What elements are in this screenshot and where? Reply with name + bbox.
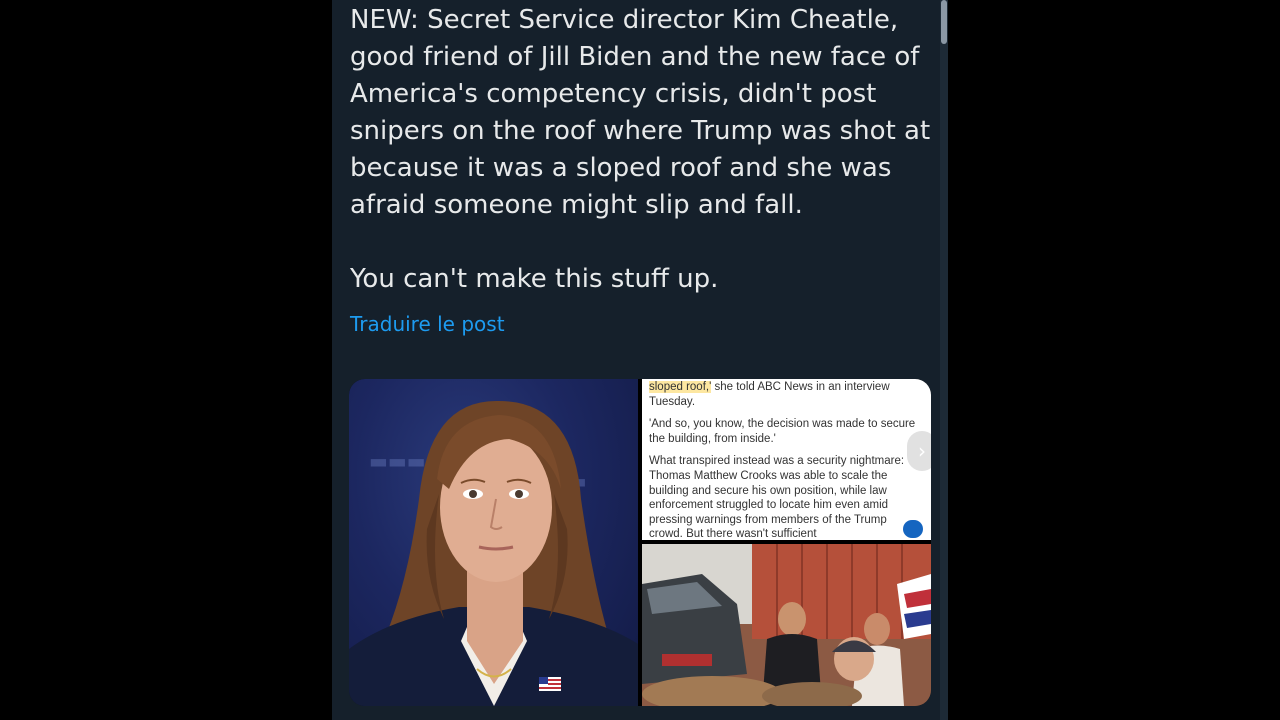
- article-line-1: sloped roof,' she told ABC News in an in…: [649, 380, 921, 409]
- badge-icon: [903, 520, 923, 538]
- translate-link[interactable]: Traduire le post: [350, 312, 505, 336]
- portrait-illustration: [349, 400, 638, 706]
- scrollbar[interactable]: [940, 0, 948, 720]
- article-highlight: sloped roof,': [649, 381, 712, 393]
- media-photo-scene[interactable]: [642, 544, 931, 706]
- post-paragraph-2: You can't make this stuff up.: [350, 264, 719, 294]
- scene-illustration: [642, 544, 931, 706]
- media-photo-portrait[interactable]: ▬▬▬ ▬▬ ▬▬: [349, 379, 638, 706]
- post-paragraph-1: NEW: Secret Service director Kim Cheatle…: [350, 5, 931, 220]
- post-container: NEW: Secret Service director Kim Cheatle…: [332, 0, 948, 720]
- media-grid: ▬▬▬ ▬▬ ▬▬: [349, 379, 931, 706]
- post-text: NEW: Secret Service director Kim Cheatle…: [350, 2, 940, 298]
- scrollbar-thumb[interactable]: [941, 0, 947, 44]
- article-text: sloped roof,' she told ABC News in an in…: [649, 380, 921, 540]
- article-para-2: 'And so, you know, the decision was made…: [649, 418, 916, 445]
- media-article-screenshot[interactable]: sloped roof,' she told ABC News in an in…: [642, 379, 931, 540]
- article-para-3: What transpired instead was a security n…: [649, 455, 905, 540]
- chevron-right-icon[interactable]: ›: [907, 431, 931, 471]
